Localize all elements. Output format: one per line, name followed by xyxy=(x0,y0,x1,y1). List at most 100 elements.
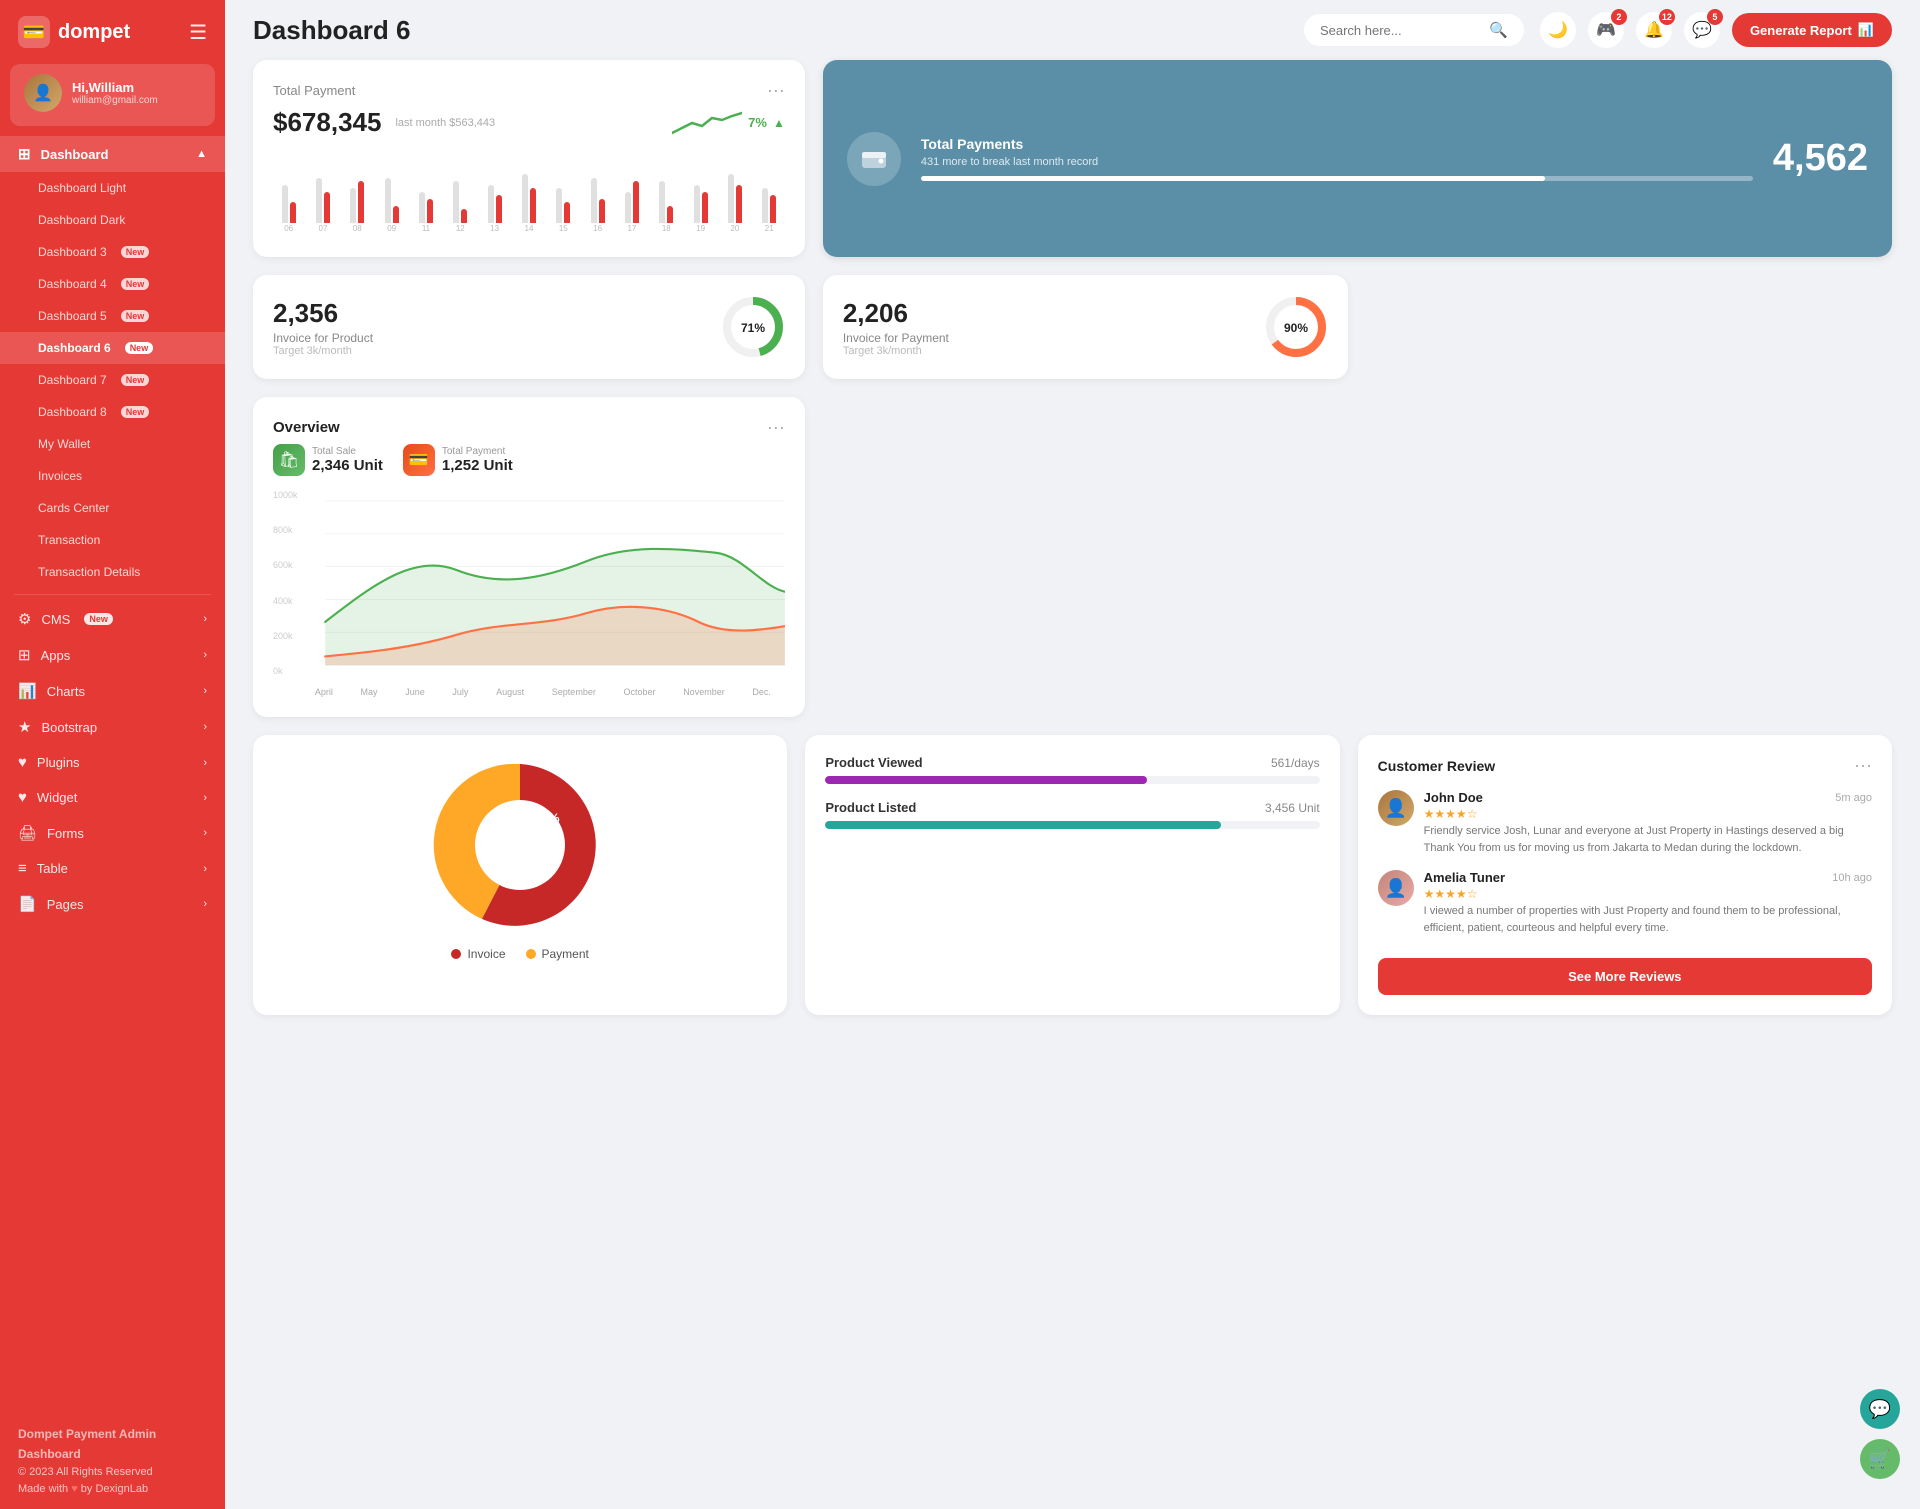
user-profile[interactable]: 👤 Hi,William william@gmail.com xyxy=(10,64,215,126)
sidebar-item-invoices[interactable]: Invoices xyxy=(0,460,225,492)
chevron-down-icon: ▲ xyxy=(196,148,207,160)
sidebar-item-dashboard-6[interactable]: Dashboard 6 New xyxy=(0,332,225,364)
bar-group-07: 07 xyxy=(307,153,338,233)
legend-sale-value: 2,346 Unit xyxy=(312,457,383,474)
invoice-legend-label: Invoice xyxy=(467,947,505,961)
bar-gray xyxy=(282,185,288,224)
sidebar-item-dashboard-5[interactable]: Dashboard 5 New xyxy=(0,300,225,332)
sidebar-item-charts[interactable]: 📊 Charts › xyxy=(0,673,225,709)
dashboard-8-label: Dashboard 8 xyxy=(38,405,107,419)
sidebar-item-transaction-details[interactable]: Transaction Details xyxy=(0,556,225,588)
sidebar-item-dashboard[interactable]: ⊞ Dashboard ▲ xyxy=(0,136,225,172)
product-viewed-bar xyxy=(825,776,1319,784)
cart-float-btn[interactable]: 🛒 xyxy=(1860,1439,1900,1479)
bar-gray xyxy=(419,192,425,224)
cms-icon: ⚙ xyxy=(18,610,31,628)
support-float-btn[interactable]: 💬 xyxy=(1860,1389,1900,1429)
sidebar-item-dashboard-7[interactable]: Dashboard 7 New xyxy=(0,364,225,396)
logo[interactable]: 💳 dompet xyxy=(18,16,130,48)
card-dots[interactable]: ··· xyxy=(767,80,785,101)
sidebar-item-dashboard-3[interactable]: Dashboard 3 New xyxy=(0,236,225,268)
user-info: Hi,William william@gmail.com xyxy=(72,80,158,106)
hamburger-icon[interactable]: ☰ xyxy=(189,20,207,45)
product-stats-card: Product Viewed 561/days Product Listed 3… xyxy=(805,735,1339,1015)
payment-dot xyxy=(526,949,536,959)
see-more-reviews-button[interactable]: See More Reviews xyxy=(1378,958,1872,995)
overview-dots[interactable]: ··· xyxy=(767,417,785,438)
legend-sale-label: Total Sale xyxy=(312,446,383,457)
sidebar-item-plugins[interactable]: ♥ Plugins › xyxy=(0,745,225,780)
sidebar-item-apps[interactable]: ⊞ Apps › xyxy=(0,637,225,673)
bar-label: 08 xyxy=(353,224,362,233)
bar-label: 12 xyxy=(456,224,465,233)
bar-gray xyxy=(659,181,665,223)
badge-new-d4: New xyxy=(121,278,150,290)
legend-total-payment: 💳 Total Payment 1,252 Unit xyxy=(403,444,513,476)
pie-legend: Invoice Payment xyxy=(273,947,767,961)
svg-text:38%: 38% xyxy=(535,812,560,826)
legend-payment-value: 1,252 Unit xyxy=(442,457,513,474)
overview-legend: 🛍 Total Sale 2,346 Unit 💳 Total Payment … xyxy=(273,444,785,476)
customer-review-card: Customer Review ··· 👤 John Doe 5m ago ★★… xyxy=(1358,735,1892,1015)
generate-report-button[interactable]: Generate Report 📊 xyxy=(1732,13,1892,47)
product-viewed-value: 561/days xyxy=(1271,756,1320,770)
total-payments-blue-card: Total Payments 431 more to break last mo… xyxy=(823,60,1892,257)
chevron-right-icon-table: › xyxy=(203,863,207,875)
dashboard-light-label: Dashboard Light xyxy=(38,181,126,195)
sidebar-item-forms[interactable]: 🖨 Forms › xyxy=(0,815,225,851)
svg-text:62%: 62% xyxy=(485,857,510,871)
theme-toggle-btn[interactable]: 🌙 xyxy=(1540,12,1576,48)
row-3: 62% 38% Invoice Payment Product Viewed xyxy=(225,735,1920,1033)
svg-text:90%: 90% xyxy=(1284,321,1308,335)
sidebar-item-transaction[interactable]: Transaction xyxy=(0,524,225,556)
sidebar-item-bootstrap[interactable]: ★ Bootstrap › xyxy=(0,709,225,745)
bar-gray xyxy=(350,188,356,223)
badge-new-cms: New xyxy=(84,613,113,625)
sparkline-chart xyxy=(672,108,742,138)
search-input[interactable] xyxy=(1320,23,1481,38)
footer-brand: Dompet Payment Admin Dashboard xyxy=(18,1425,207,1463)
bar-label: 13 xyxy=(490,224,499,233)
topbar: Dashboard 6 🔍 🌙 🎮 2 🔔 12 💬 5 Generate Re… xyxy=(225,0,1920,60)
sidebar-item-dashboard-8[interactable]: Dashboard 8 New xyxy=(0,396,225,428)
bar-group-15: 15 xyxy=(548,153,579,233)
sidebar-item-table[interactable]: ≡ Table › xyxy=(0,851,225,886)
bar-gray xyxy=(316,178,322,224)
sidebar-item-my-wallet[interactable]: My Wallet xyxy=(0,428,225,460)
menu-divider-1 xyxy=(14,594,211,595)
sidebar-item-widget[interactable]: ♥ Widget › xyxy=(0,780,225,815)
bar-label: 09 xyxy=(387,224,396,233)
bell-btn[interactable]: 🔔 12 xyxy=(1636,12,1672,48)
sidebar-item-dashboard-4[interactable]: Dashboard 4 New xyxy=(0,268,225,300)
generate-report-label: Generate Report xyxy=(1750,23,1852,38)
sidebar-item-pages[interactable]: 📄 Pages › xyxy=(0,886,225,922)
review-dots[interactable]: ··· xyxy=(1854,755,1872,776)
payment-icon-box: 💳 xyxy=(403,444,435,476)
total-payments-progress-fill xyxy=(921,176,1545,181)
games-btn[interactable]: 🎮 2 xyxy=(1588,12,1624,48)
bar-group-16: 16 xyxy=(582,153,613,233)
chevron-right-icon-cms: › xyxy=(203,613,207,625)
reviewer-avatar-1: 👤 xyxy=(1378,790,1414,826)
bar-red xyxy=(427,199,433,224)
bar-gray xyxy=(556,188,562,223)
bar-gray xyxy=(488,185,494,224)
sidebar-item-cms[interactable]: ⚙ CMS New › xyxy=(0,601,225,637)
dashboard-icon: ⊞ xyxy=(18,145,31,163)
sidebar-item-dashboard-dark[interactable]: Dashboard Dark xyxy=(0,204,225,236)
chat-btn[interactable]: 💬 5 xyxy=(1684,12,1720,48)
topbar-icons: 🌙 🎮 2 🔔 12 💬 5 Generate Report 📊 xyxy=(1540,12,1892,48)
invoices-label: Invoices xyxy=(38,469,82,483)
sidebar-item-dashboard-light[interactable]: Dashboard Light xyxy=(0,172,225,204)
bar-gray xyxy=(728,174,734,223)
bootstrap-label: Bootstrap xyxy=(41,720,97,735)
bar-label: 15 xyxy=(559,224,568,233)
legend-payment-label: Total Payment xyxy=(442,446,513,457)
forms-label: Forms xyxy=(47,826,84,841)
search-icon: 🔍 xyxy=(1489,21,1508,39)
chevron-right-icon-forms: › xyxy=(203,827,207,839)
sidebar-item-cards-center[interactable]: Cards Center xyxy=(0,492,225,524)
overview-header: Overview ··· xyxy=(273,417,785,438)
logo-icon: 💳 xyxy=(18,16,50,48)
invoice-product-target: Target 3k/month xyxy=(273,345,707,357)
